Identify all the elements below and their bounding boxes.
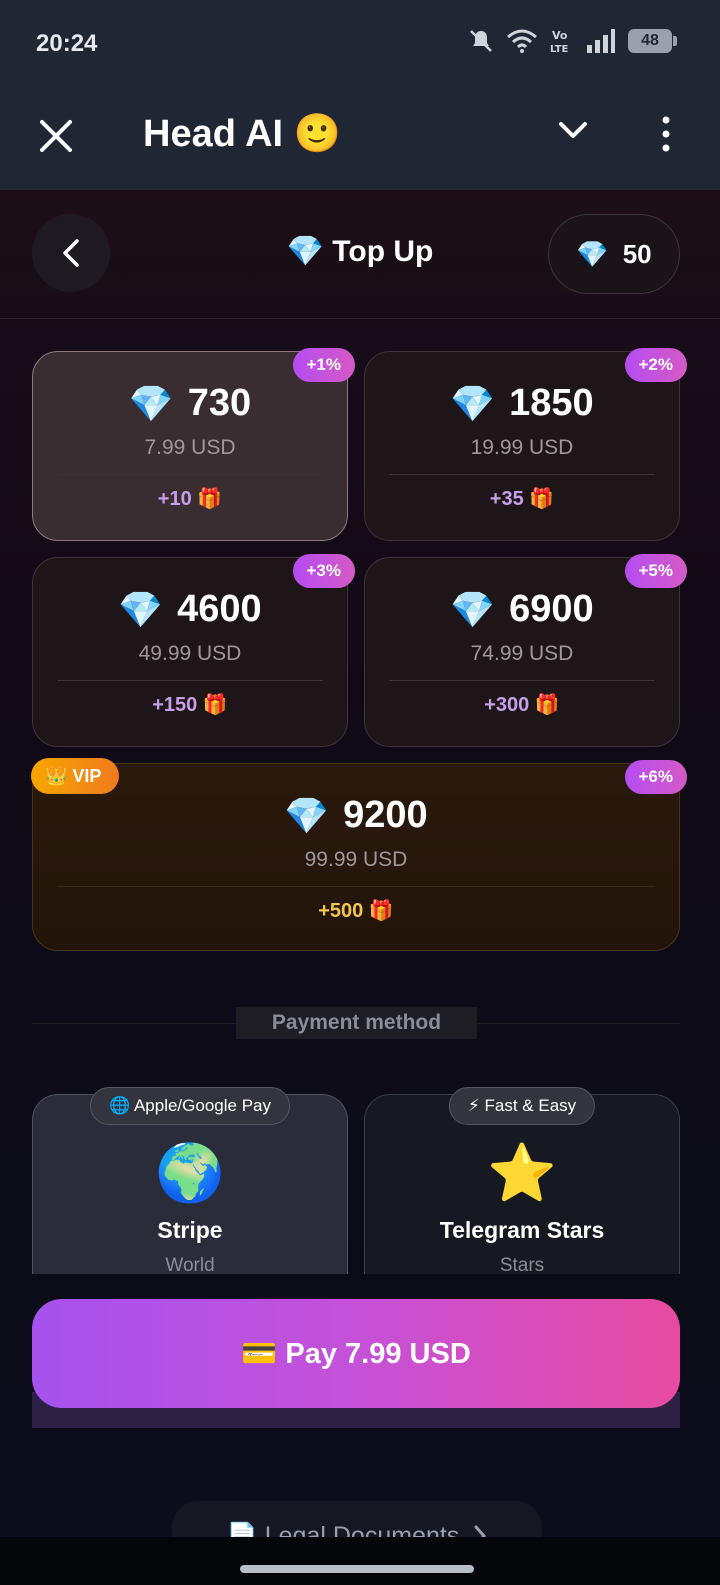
- package-card-1850[interactable]: 💎 1850 19.99 USD +35 🎁 +2%: [364, 348, 687, 541]
- diamond-icon: 💎: [450, 588, 496, 630]
- svg-text:LTE: LTE: [550, 44, 569, 54]
- payment-sub: World: [165, 1255, 215, 1276]
- package-bonus: +35 🎁: [489, 488, 555, 510]
- top-up-page: 💎 Top Up 💎 50 💎 730 7.99 USD +10 🎁 +1% 💎 1…: [0, 190, 720, 1585]
- diamond-icon: 💎: [118, 588, 164, 630]
- app-bar: Head AI 🙂: [0, 88, 720, 190]
- package-amount: 1850: [509, 382, 594, 424]
- payment-name: Stripe: [157, 1217, 223, 1243]
- vip-badge: 👑 VIP: [31, 758, 120, 794]
- percent-badge: +1%: [292, 348, 355, 382]
- status-icons: Vo LTE 48: [468, 28, 677, 54]
- package-price: 49.99 USD: [138, 642, 242, 665]
- diamond-icon: 💎: [284, 794, 330, 836]
- divider: [57, 886, 655, 887]
- package-card-4600[interactable]: 💎 4600 49.99 USD +150 🎁 +3%: [32, 554, 355, 747]
- percent-badge: +3%: [292, 554, 355, 588]
- package-price: 19.99 USD: [470, 436, 574, 459]
- package-card-730[interactable]: 💎 730 7.99 USD +10 🎁 +1%: [32, 348, 355, 541]
- package-bonus: +500 🎁: [318, 900, 394, 922]
- diamond-icon: 💎: [128, 382, 174, 424]
- star-icon: ⭐: [487, 1141, 557, 1204]
- status-bar: 20:24 Vo LTE 48: [0, 0, 720, 88]
- package-price: 7.99 USD: [144, 436, 236, 459]
- divider: [57, 680, 323, 681]
- home-gesture-handle[interactable]: [240, 1565, 474, 1573]
- package-card-9200-vip[interactable]: 💎 9200 99.99 USD +500 🎁 👑 VIP +6%: [31, 758, 687, 951]
- signal-icon: [587, 29, 615, 53]
- payment-sub: Stars: [499, 1255, 545, 1276]
- volte-icon: Vo LTE: [550, 29, 569, 54]
- payment-option-stripe[interactable]: 🌐 Apple/Google Pay 🌍 Stripe World: [32, 1087, 348, 1276]
- more-icon[interactable]: [662, 116, 670, 152]
- package-bonus: +300 🎁: [484, 694, 560, 716]
- package-amount: 6900: [509, 588, 594, 630]
- divider: [389, 680, 655, 681]
- payment-tag: 🌐 Apple/Google Pay: [90, 1087, 290, 1125]
- balance-value: 50: [622, 238, 652, 269]
- svg-text:Vo: Vo: [552, 29, 568, 42]
- percent-badge: +5%: [624, 554, 687, 588]
- close-icon[interactable]: [36, 116, 76, 156]
- package-price: 99.99 USD: [304, 848, 408, 871]
- package-card-6900[interactable]: 💎 6900 74.99 USD +300 🎁 +5%: [364, 554, 687, 747]
- package-price: 74.99 USD: [470, 642, 574, 665]
- app-title: Head AI 🙂: [143, 113, 341, 155]
- pay-button-label: 💳 Pay 7.99 USD: [241, 1337, 471, 1370]
- status-time: 20:24: [36, 30, 98, 57]
- chevron-down-icon[interactable]: [558, 120, 588, 142]
- wifi-icon: [507, 29, 537, 53]
- diamond-icon: 💎: [450, 382, 496, 424]
- battery-level: 48: [641, 32, 659, 49]
- payment-option-telegram-stars[interactable]: ⚡ Fast & Easy ⭐ Telegram Stars Stars: [364, 1087, 680, 1276]
- divider: [389, 474, 655, 475]
- page-header: 💎 Top Up 💎 50: [0, 190, 720, 319]
- payment-tag: ⚡ Fast & Easy: [448, 1087, 596, 1125]
- globe-icon: 🌍: [155, 1141, 225, 1204]
- mute-icon: [470, 30, 492, 52]
- package-bonus: +150 🎁: [152, 694, 228, 716]
- pay-button[interactable]: 💳 Pay 7.99 USD: [32, 1299, 680, 1408]
- payment-name: Telegram Stars: [439, 1217, 605, 1243]
- package-amount: 9200: [343, 794, 428, 836]
- package-amount: 730: [187, 382, 252, 424]
- battery-icon: 48: [628, 29, 677, 53]
- diamond-icon: 💎: [576, 238, 609, 269]
- percent-badge: +6%: [624, 760, 687, 794]
- package-amount: 4600: [177, 588, 262, 630]
- diamond-balance: 💎 50: [548, 214, 680, 294]
- system-nav-bar: [0, 1537, 720, 1585]
- payment-method-label: Payment method: [236, 1007, 477, 1039]
- package-bonus: +10 🎁: [157, 488, 223, 510]
- divider: [57, 474, 323, 475]
- percent-badge: +2%: [624, 348, 687, 382]
